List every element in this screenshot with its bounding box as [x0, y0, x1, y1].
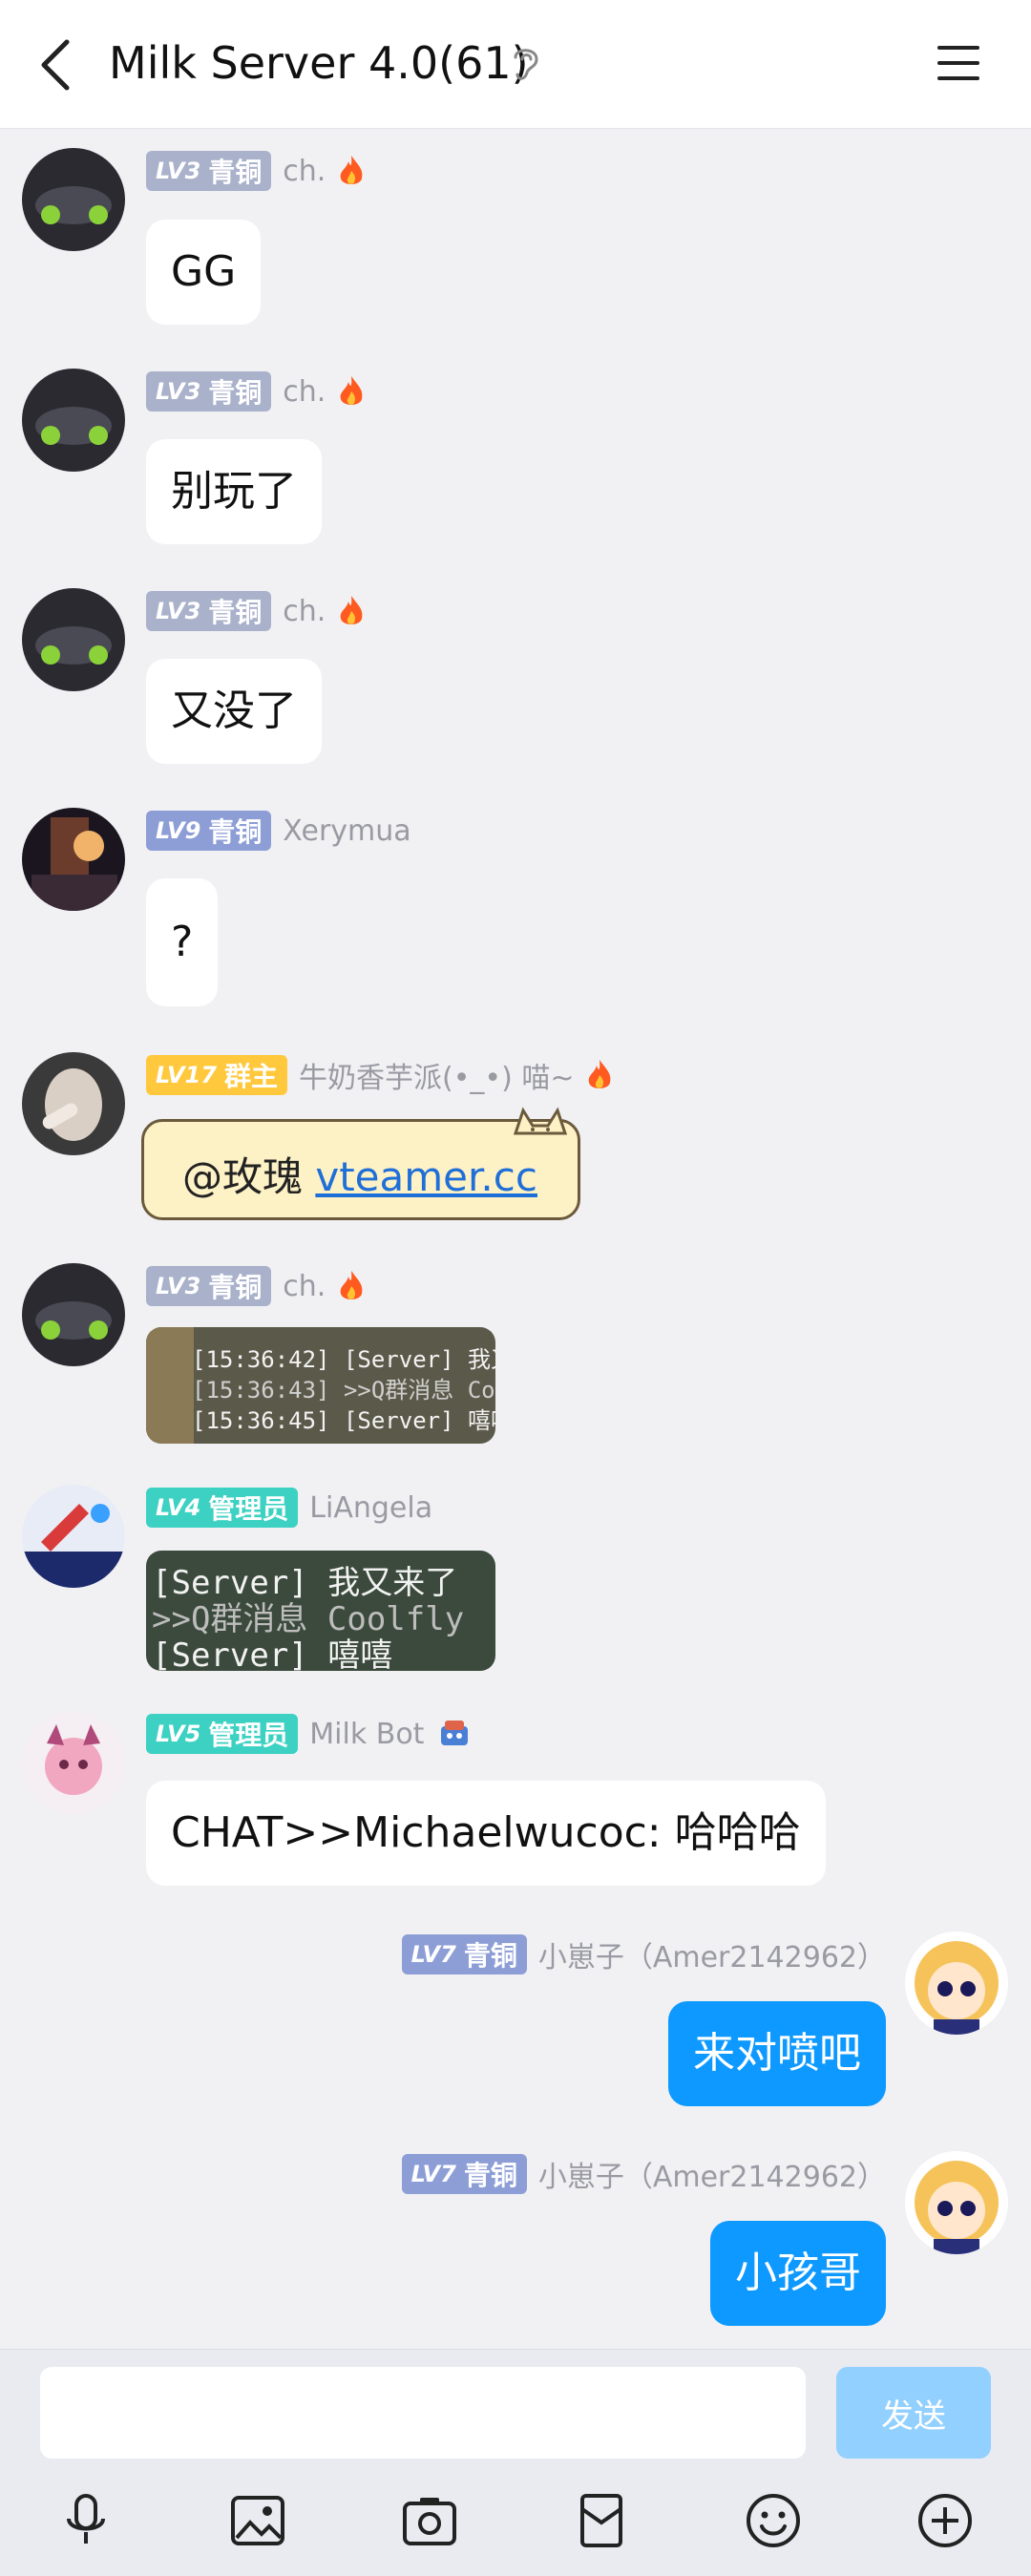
level-badge: LV7 青铜	[401, 2154, 527, 2194]
level-badge: LV5 管理员	[146, 1714, 299, 1754]
mention-text[interactable]: @玫瑰	[182, 1153, 315, 1200]
menu-icon[interactable]	[936, 42, 981, 84]
fire-icon	[341, 376, 363, 405]
level-badge: LV3 青铜	[146, 151, 272, 191]
level-badge: LV9 青铜	[146, 811, 272, 851]
fire-icon	[589, 1060, 611, 1088]
avatar[interactable]	[22, 1711, 125, 1814]
send-button[interactable]: 发送	[836, 2367, 991, 2459]
avatar[interactable]	[22, 369, 125, 472]
cat-ears-icon	[513, 1107, 568, 1135]
fire-icon	[341, 596, 363, 624]
fire-icon	[341, 1271, 363, 1299]
chat-header: Milk Server 4.0(61)	[0, 0, 1031, 129]
avatar[interactable]	[22, 1485, 125, 1588]
sender-name[interactable]: ch.	[283, 375, 326, 409]
image-icon[interactable]	[229, 2492, 286, 2549]
camera-icon[interactable]	[401, 2492, 458, 2549]
input-bar: 发送	[0, 2349, 1031, 2576]
image-text-line: [15:36:42] [Server] 我又来	[192, 1346, 495, 1373]
avatar[interactable]	[905, 2151, 1008, 2254]
avatar[interactable]	[22, 1263, 125, 1366]
message-bubble[interactable]: CHAT>>Michaelwucoc: 哈哈哈	[146, 1781, 826, 1886]
sender-name[interactable]: LiAngela	[309, 1491, 432, 1525]
ear-icon[interactable]	[510, 42, 542, 84]
level-badge: LV3 青铜	[146, 1266, 272, 1306]
image-text-line: [Server] 嘻嘻	[152, 1636, 393, 1671]
sender-name[interactable]: 小崽子（Amer2142962）	[538, 2153, 886, 2195]
avatar[interactable]	[22, 148, 125, 251]
fire-icon	[341, 156, 363, 184]
message-bubble[interactable]: 别玩了	[146, 439, 322, 544]
emoji-icon[interactable]	[745, 2492, 802, 2549]
red-packet-icon[interactable]	[573, 2492, 630, 2549]
image-text-line: [15:36:45] [Server] 嘻嘻	[192, 1407, 495, 1434]
level-badge: LV17 群主	[146, 1055, 287, 1095]
plus-icon[interactable]	[916, 2492, 974, 2549]
microphone-icon[interactable]	[57, 2492, 115, 2549]
image-text-line: [15:36:43] >>Q群消息 Coo	[192, 1377, 495, 1404]
sender-name[interactable]: ch.	[283, 155, 326, 188]
message-bubble[interactable]: @玫瑰 vteamer.cc	[141, 1107, 580, 1220]
sender-name[interactable]: 牛奶香芋派(•_•) 喵~	[299, 1054, 574, 1096]
message-bubble[interactable]: GG	[146, 220, 262, 325]
avatar[interactable]	[22, 588, 125, 691]
level-badge: LV4 管理员	[146, 1488, 299, 1528]
sender-name[interactable]: ch.	[283, 595, 326, 628]
sender-name[interactable]: Milk Bot	[309, 1718, 424, 1751]
message-link[interactable]: vteamer.cc	[315, 1153, 537, 1200]
level-badge: LV3 青铜	[146, 371, 272, 412]
image-message[interactable]: [15:36:42] [Server] 我又来 [15:36:43] >>Q群消…	[146, 1327, 495, 1444]
message-bubble[interactable]: ?	[146, 878, 219, 1006]
chat-title[interactable]: Milk Server 4.0(61)	[109, 29, 529, 97]
sender-name[interactable]: ch.	[283, 1270, 326, 1303]
avatar[interactable]	[22, 1052, 125, 1155]
back-arrow-icon[interactable]	[34, 36, 80, 94]
avatar[interactable]	[22, 808, 125, 911]
sender-name[interactable]: 小崽子（Amer2142962）	[538, 1933, 886, 1975]
image-message[interactable]: [Server] 我又来了 >>Q群消息 Coolfly [Server] 嘻嘻	[146, 1551, 495, 1671]
message-bubble[interactable]: 小孩哥	[710, 2221, 886, 2326]
sender-name[interactable]: Xerymua	[283, 814, 410, 848]
message-bubble[interactable]: 又没了	[146, 659, 322, 764]
message-input[interactable]	[40, 2367, 806, 2459]
message-bubble[interactable]: 来对喷吧	[668, 2001, 886, 2106]
level-badge: LV3 青铜	[146, 591, 272, 631]
level-badge: LV7 青铜	[401, 1934, 527, 1974]
avatar[interactable]	[905, 1932, 1008, 2035]
bot-badge-icon	[441, 1721, 469, 1745]
